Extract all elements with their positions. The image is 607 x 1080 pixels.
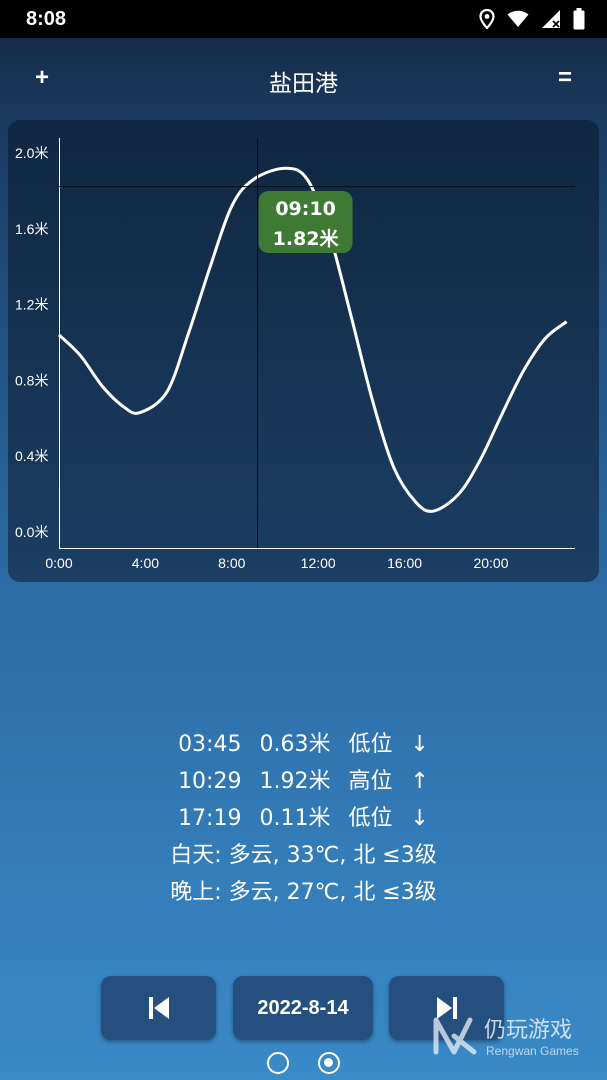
x-tick-label: 12:00	[301, 555, 336, 571]
tide-row: 10:29 1.92米 高位 ↑	[0, 763, 607, 800]
tide-arrow: ↓	[410, 806, 429, 831]
watermark-cn: 仍玩游戏	[484, 1018, 573, 1043]
tooltip-height: 1.82米	[273, 227, 340, 250]
x-tick-label: 0:00	[45, 555, 72, 571]
x-tick-label: 8:00	[218, 555, 245, 571]
page-dot-2-active[interactable]	[318, 1052, 340, 1074]
tide-chart-card[interactable]: 0.0米 0.4米 0.8米 1.2米 1.6米 2.0米 0:00 4:00 8:00 12:…	[8, 120, 599, 582]
x-tick-label: 4:00	[132, 555, 159, 571]
tide-time: 10:29	[178, 769, 242, 794]
page-title: 盐田港	[269, 71, 338, 97]
date-button[interactable]: 2022-8-14	[233, 976, 373, 1040]
location-icon	[479, 9, 495, 29]
status-time: 8:08	[26, 7, 67, 30]
y-tick-label: 1.6米	[15, 221, 48, 237]
y-tick-label: 0.4米	[15, 448, 48, 464]
tide-type: 高位	[348, 769, 393, 794]
previous-day-button[interactable]	[101, 976, 216, 1040]
tide-arrow: ↓	[410, 732, 429, 757]
x-tick-label: 20:00	[473, 555, 508, 571]
tide-type: 低位	[348, 806, 393, 831]
tide-time: 17:19	[178, 806, 242, 831]
weather-night: 晚上: 多云, 27℃, 北 ≤3级	[170, 880, 437, 905]
x-tick-label: 16:00	[387, 555, 422, 571]
status-bar: 8:08	[0, 0, 607, 38]
tide-arrow: ↑	[410, 769, 429, 794]
tide-height: 1.92米	[259, 769, 331, 794]
tide-height: 0.11米	[259, 806, 331, 831]
wifi-icon	[507, 10, 529, 27]
tide-height: 0.63米	[259, 732, 331, 757]
menu-button[interactable]: =	[555, 64, 575, 92]
chart-tooltip: 09:10 1.82米	[258, 191, 353, 253]
y-tick-label: 0.0米	[15, 524, 48, 540]
add-location-button[interactable]: +	[32, 64, 52, 92]
tide-time: 03:45	[178, 732, 242, 757]
status-icons	[479, 8, 585, 30]
page-dot-1[interactable]	[267, 1052, 289, 1074]
battery-icon	[573, 8, 585, 30]
tide-chart[interactable]: 0.0米 0.4米 0.8米 1.2米 1.6米 2.0米 0:00 4:00 8:00 12:…	[8, 120, 599, 582]
tide-extremes-list: 03:45 0.63米 低位 ↓ 10:29 1.92米 高位 ↑ 17:19 0.11米 低位 ↓ …	[0, 726, 607, 911]
skip-previous-icon	[148, 997, 169, 1019]
app-bar: + 盐田港 =	[0, 38, 607, 118]
tooltip-time: 09:10	[275, 198, 335, 220]
tide-type: 低位	[348, 732, 393, 757]
weather-day: 白天: 多云, 33℃, 北 ≤3级	[170, 843, 437, 868]
watermark: 仍玩游戏 Rengwan Games	[432, 1010, 602, 1060]
y-tick-label: 0.8米	[15, 372, 48, 388]
watermark-logo-icon	[433, 1017, 477, 1055]
signal-icon	[542, 10, 560, 28]
tide-row: 17:19 0.11米 低位 ↓	[0, 800, 607, 837]
watermark-en: Rengwan Games	[486, 1044, 579, 1058]
tide-row: 03:45 0.63米 低位 ↓	[0, 726, 607, 763]
y-tick-label: 1.2米	[15, 297, 48, 313]
y-tick-label: 2.0米	[15, 145, 48, 161]
